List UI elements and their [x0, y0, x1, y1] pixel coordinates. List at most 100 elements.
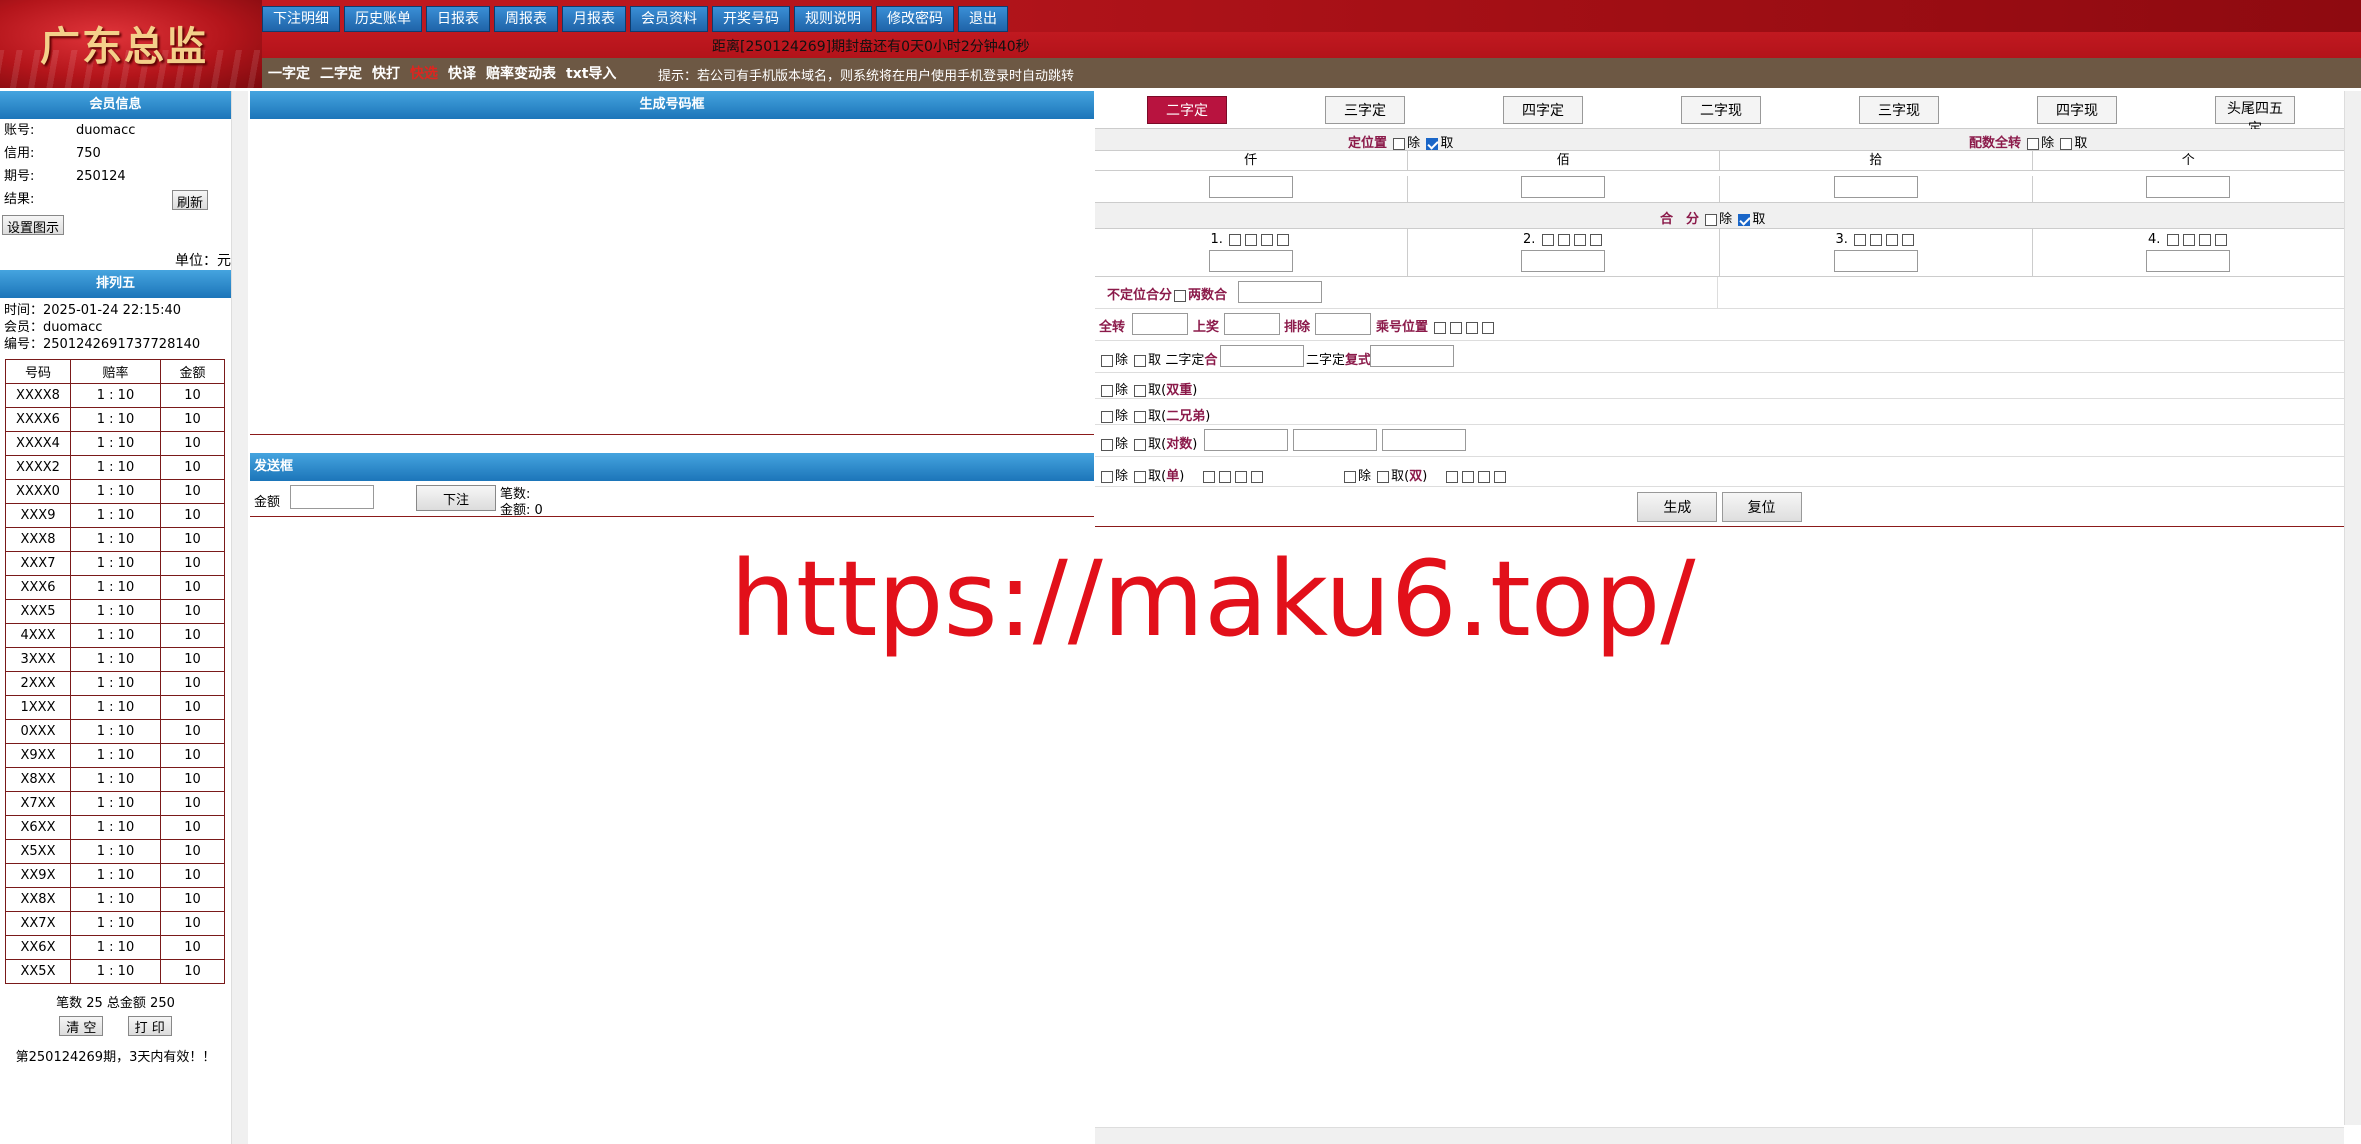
duishu-input-3[interactable]: [1382, 429, 1466, 451]
shuang-checkbox[interactable]: [1445, 470, 1458, 483]
position-take-checkbox[interactable]: [1426, 137, 1439, 150]
generate-button[interactable]: 生成: [1637, 492, 1718, 522]
sum-checkbox[interactable]: [1589, 233, 1602, 246]
ge-input[interactable]: [2146, 176, 2231, 198]
settings-button[interactable]: 设置图示: [2, 215, 65, 236]
dan-exclude-checkbox[interactable]: [1101, 470, 1113, 483]
full-take-checkbox[interactable]: [2060, 137, 2073, 150]
nav-change-password[interactable]: 修改密码: [876, 6, 954, 32]
reset-button[interactable]: 复位: [1721, 492, 1802, 522]
generator-box[interactable]: [250, 119, 1094, 435]
duishu-input-1[interactable]: [1204, 429, 1288, 451]
sum-input-4[interactable]: [2146, 250, 2231, 272]
position-exclude-checkbox[interactable]: [1393, 137, 1406, 150]
tab-erzi-ding[interactable]: 二字定: [1147, 96, 1227, 124]
erxiongdi-take-checkbox[interactable]: [1134, 410, 1147, 423]
sum-checkbox[interactable]: [1886, 233, 1899, 246]
paichu-input[interactable]: [1315, 313, 1371, 335]
full-exclude-checkbox[interactable]: [2027, 137, 2040, 150]
chenghao-checkbox[interactable]: [1434, 321, 1447, 334]
sum-take-checkbox[interactable]: [1738, 213, 1751, 226]
dan-checkbox[interactable]: [1202, 470, 1215, 483]
tab-sizi-xian[interactable]: 四字现: [2037, 96, 2117, 124]
subnav-txt-import[interactable]: txt导入: [566, 63, 616, 83]
chenghao-checkbox[interactable]: [1466, 321, 1479, 334]
subnav-kuaiyi[interactable]: 快译: [448, 63, 476, 83]
sum-checkbox[interactable]: [1277, 233, 1290, 246]
chenghao-checkbox[interactable]: [1482, 321, 1495, 334]
clear-button[interactable]: 清 空: [59, 1016, 104, 1036]
tab-touwei[interactable]: 头尾四五定: [2215, 96, 2295, 137]
subnav-kuaixuan[interactable]: 快选: [410, 63, 438, 83]
sum-checkbox[interactable]: [1854, 233, 1867, 246]
nav-draw-numbers[interactable]: 开奖号码: [712, 6, 790, 32]
sum-checkbox[interactable]: [1245, 233, 1258, 246]
erzi-exclude-checkbox[interactable]: [1101, 354, 1113, 367]
chenghao-checkbox[interactable]: [1450, 321, 1463, 334]
nav-logout[interactable]: 退出: [958, 6, 1008, 32]
print-button[interactable]: 打 印: [127, 1016, 172, 1036]
bai-input[interactable]: [1521, 176, 1606, 198]
sum-checkbox[interactable]: [1870, 233, 1883, 246]
nav-daily-report[interactable]: 日报表: [426, 6, 490, 32]
shuang-checkbox[interactable]: [1493, 470, 1506, 483]
duishu-exclude-checkbox[interactable]: [1101, 438, 1113, 451]
sum-checkbox[interactable]: [1902, 233, 1915, 246]
two-sum-checkbox[interactable]: [1174, 289, 1187, 302]
erxiongdi-exclude-checkbox[interactable]: [1101, 410, 1113, 423]
erzi-take-checkbox[interactable]: [1134, 354, 1147, 367]
sum-checkbox[interactable]: [2198, 233, 2211, 246]
right-vertical-scrollbar[interactable]: [2344, 91, 2361, 1125]
sum-checkbox[interactable]: [2182, 233, 2195, 246]
duishu-input-2[interactable]: [1293, 429, 1377, 451]
tab-sanzi-xian[interactable]: 三字现: [1859, 96, 1939, 124]
sum-checkbox[interactable]: [1573, 233, 1586, 246]
shuang-take-checkbox[interactable]: [1377, 470, 1390, 483]
shuang-checkbox[interactable]: [1461, 470, 1474, 483]
nav-bet-details[interactable]: 下注明细: [262, 6, 340, 32]
nav-member-info[interactable]: 会员资料: [630, 6, 708, 32]
quanzhuan-input[interactable]: [1132, 313, 1188, 335]
shuang-checkbox[interactable]: [1477, 470, 1490, 483]
tab-sanzi-ding[interactable]: 三字定: [1325, 96, 1405, 124]
erzi-he-input[interactable]: [1220, 345, 1304, 367]
sum-checkbox[interactable]: [2214, 233, 2227, 246]
sum-checkbox[interactable]: [1229, 233, 1242, 246]
dan-checkbox[interactable]: [1234, 470, 1247, 483]
qian-input[interactable]: [1208, 176, 1293, 198]
dan-checkbox[interactable]: [1218, 470, 1231, 483]
shangjiang-input[interactable]: [1224, 313, 1280, 335]
dan-take-checkbox[interactable]: [1134, 470, 1147, 483]
sum-checkbox[interactable]: [1261, 233, 1274, 246]
sum-exclude-checkbox[interactable]: [1705, 213, 1718, 226]
nonpos-input[interactable]: [1238, 281, 1322, 303]
tab-erzi-xian[interactable]: 二字现: [1681, 96, 1761, 124]
sum-checkbox[interactable]: [1557, 233, 1570, 246]
subnav-erzi[interactable]: 二字定: [320, 63, 362, 83]
right-horizontal-scrollbar[interactable]: [1095, 1127, 2344, 1144]
sum-input-2[interactable]: [1521, 250, 1606, 272]
nav-history[interactable]: 历史账单: [344, 6, 422, 32]
refresh-button[interactable]: 刷新: [172, 190, 209, 211]
duishu-take-checkbox[interactable]: [1134, 438, 1147, 451]
sum-checkbox[interactable]: [2166, 233, 2179, 246]
sum-input-3[interactable]: [1833, 250, 1918, 272]
left-scrollbar[interactable]: [231, 91, 248, 1144]
fushi-input[interactable]: [1370, 345, 1454, 367]
amount-input[interactable]: [290, 485, 374, 509]
sum-input-1[interactable]: [1208, 250, 1293, 272]
sum-checkbox[interactable]: [1541, 233, 1554, 246]
shuangchong-take-checkbox[interactable]: [1134, 384, 1147, 397]
nav-monthly-report[interactable]: 月报表: [562, 6, 626, 32]
nav-weekly-report[interactable]: 周报表: [494, 6, 558, 32]
bet-button[interactable]: 下注: [416, 485, 496, 511]
nav-rules[interactable]: 规则说明: [794, 6, 872, 32]
shuangchong-exclude-checkbox[interactable]: [1101, 384, 1113, 397]
subnav-yizi[interactable]: 一字定: [268, 63, 310, 83]
subnav-kuaida[interactable]: 快打: [372, 63, 400, 83]
shi-input[interactable]: [1833, 176, 1918, 198]
dan-checkbox[interactable]: [1250, 470, 1263, 483]
shuang-exclude-checkbox[interactable]: [1344, 470, 1356, 483]
tab-sizi-ding[interactable]: 四字定: [1503, 96, 1583, 124]
subnav-odds-table[interactable]: 赔率变动表: [486, 63, 556, 83]
